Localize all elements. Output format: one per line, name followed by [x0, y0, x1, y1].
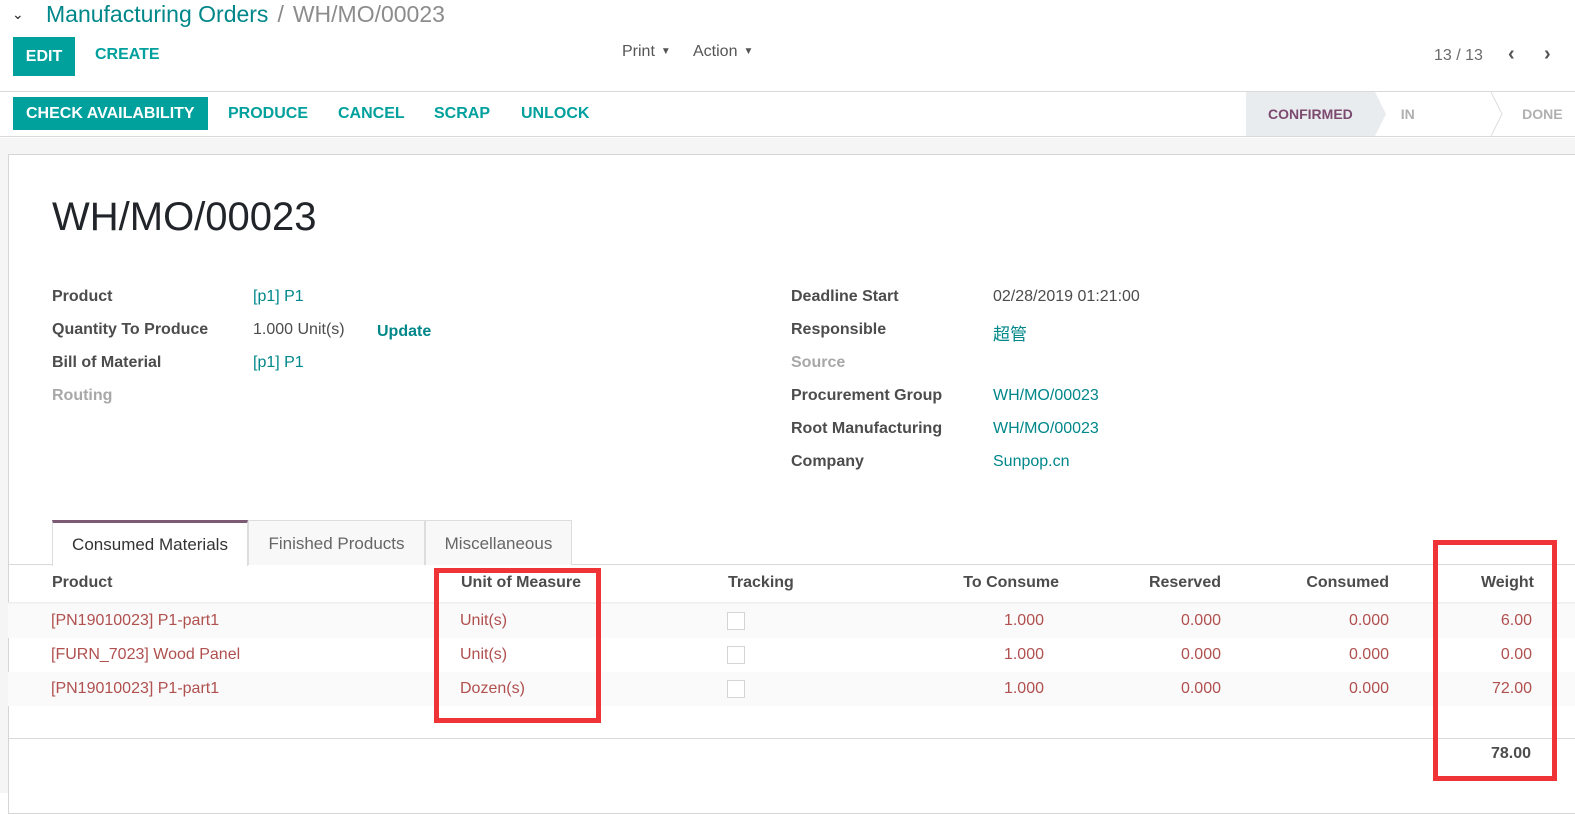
column-header-reserved[interactable]: Reserved: [1100, 574, 1221, 592]
deadline-start-value: 02/28/2019 01:21:00: [993, 288, 1140, 305]
cell-product: [FURN_7023] Wood Panel: [51, 646, 241, 663]
column-header-product[interactable]: Product: [52, 574, 112, 592]
tracking-checkbox[interactable]: [727, 612, 745, 630]
cell-reserved: 0.000: [1180, 612, 1221, 629]
breadcrumb-separator: /: [277, 0, 284, 27]
label-product: Product: [52, 288, 113, 305]
column-header-to-consume[interactable]: To Consume: [900, 574, 1059, 592]
cell-weight: 6.00: [1500, 612, 1532, 629]
quantity-to-produce-value: 1.000 Unit(s): [253, 321, 345, 338]
edit-button[interactable]: EDIT: [13, 37, 75, 76]
procurement-group-link[interactable]: WH/MO/00023: [993, 387, 1099, 405]
cell-product: [PN19010023] P1-part1: [51, 612, 220, 629]
cell-weight: 0.00: [1500, 646, 1532, 663]
label-root-manufacturing: Root Manufacturing: [791, 420, 943, 437]
cell-consumed: 0.000: [1348, 646, 1389, 663]
update-quantity-button[interactable]: Update: [377, 323, 431, 341]
cell-product: [PN19010023] P1-part1: [51, 680, 220, 697]
cell-to-consume: 1.000: [1003, 612, 1044, 629]
tab-finished-products[interactable]: Finished Products: [248, 520, 425, 565]
scrap-button[interactable]: SCRAP: [434, 97, 490, 130]
weight-total: 78.00: [1490, 745, 1531, 762]
table-row[interactable]: [PN19010023] P1-part1 Dozen(s) 1.000 0.0…: [8, 672, 1575, 706]
label-procurement-group: Procurement Group: [791, 387, 943, 404]
table-footer-divider: [8, 738, 1575, 739]
tracking-checkbox[interactable]: [727, 680, 745, 698]
breadcrumb-manufacturing-orders[interactable]: Manufacturing Orders: [46, 1, 268, 28]
label-source: Source: [791, 354, 846, 371]
action-dropdown[interactable]: Action ▼: [693, 43, 753, 61]
breadcrumb-current: WH/MO/00023: [292, 0, 445, 27]
cell-consumed: 0.000: [1348, 680, 1389, 697]
cell-uom: Unit(s): [460, 612, 508, 629]
cell-uom: Unit(s): [460, 646, 508, 663]
notebook-tabs: Consumed Materials Finished Products Mis…: [8, 520, 1575, 566]
stage-in-progress: IN PROGRESS: [1375, 92, 1503, 166]
column-header-unit-of-measure[interactable]: Unit of Measure: [461, 574, 581, 592]
create-button[interactable]: CREATE: [95, 46, 160, 64]
print-dropdown[interactable]: Print ▼: [622, 43, 671, 61]
stage-arrow: [1374, 92, 1386, 136]
table-row[interactable]: [PN19010023] P1-part1 Unit(s) 1.000 0.00…: [8, 604, 1575, 638]
product-link[interactable]: [p1] P1: [253, 288, 304, 306]
chevron-right-icon[interactable]: ›: [1544, 43, 1551, 66]
caret-down-icon: ▼: [743, 46, 754, 57]
chevron-left-icon[interactable]: ‹: [1508, 43, 1515, 66]
label-bill-of-material: Bill of Material: [52, 354, 162, 371]
column-header-weight[interactable]: Weight: [1420, 574, 1534, 592]
root-manufacturing-link[interactable]: WH/MO/00023: [993, 420, 1099, 438]
chevron-down-icon[interactable]: ⌄: [12, 6, 36, 23]
print-label: Print: [622, 43, 655, 60]
tab-miscellaneous[interactable]: Miscellaneous: [425, 520, 572, 565]
label-quantity-to-produce: Quantity To Produce: [52, 321, 209, 338]
status-bar: CONFIRMED IN PROGRESS DONE: [1246, 92, 1575, 166]
cell-reserved: 0.000: [1180, 646, 1221, 663]
label-company: Company: [791, 453, 864, 470]
stage-confirmed: CONFIRMED: [1246, 92, 1386, 136]
tracking-checkbox[interactable]: [727, 646, 745, 664]
cell-to-consume: 1.000: [1003, 680, 1044, 697]
cell-to-consume: 1.000: [1003, 646, 1044, 663]
stage-done: DONE: [1502, 92, 1575, 136]
stage-label: CONFIRMED: [1268, 106, 1353, 122]
tab-consumed-materials[interactable]: Consumed Materials: [52, 520, 248, 566]
form-sheet: [8, 154, 1575, 814]
label-routing: Routing: [52, 387, 113, 404]
stage-label: DONE: [1522, 106, 1563, 122]
responsible-link[interactable]: 超管: [993, 320, 1027, 345]
control-panel: ⌄ Manufacturing Orders / WH/MO/00023 EDI…: [0, 0, 1575, 92]
check-availability-button[interactable]: CHECK AVAILABILITY: [13, 97, 208, 130]
produce-button[interactable]: PRODUCE: [228, 97, 308, 130]
pager-value[interactable]: 13 / 13: [1434, 47, 1483, 65]
company-link[interactable]: Sunpop.cn: [993, 453, 1070, 471]
label-deadline-start: Deadline Start: [791, 288, 899, 305]
cell-weight: 72.00: [1491, 680, 1532, 697]
record-title: WH/MO/00023: [52, 195, 317, 239]
table-row[interactable]: [FURN_7023] Wood Panel Unit(s) 1.000 0.0…: [8, 638, 1575, 672]
bom-link[interactable]: [p1] P1: [253, 354, 304, 372]
cancel-button[interactable]: CANCEL: [338, 97, 405, 130]
caret-down-icon: ▼: [660, 46, 671, 57]
cell-reserved: 0.000: [1180, 680, 1221, 697]
form-header: CHECK AVAILABILITY PRODUCE CANCEL SCRAP …: [0, 92, 1575, 166]
cell-consumed: 0.000: [1348, 612, 1389, 629]
unlock-button[interactable]: UNLOCK: [521, 97, 589, 130]
cell-uom: Dozen(s): [460, 680, 525, 697]
label-responsible: Responsible: [791, 321, 887, 338]
action-label: Action: [693, 43, 738, 60]
column-header-tracking[interactable]: Tracking: [728, 574, 794, 592]
breadcrumb: ⌄ Manufacturing Orders / WH/MO/00023: [12, 0, 445, 28]
column-header-consumed[interactable]: Consumed: [1250, 574, 1389, 592]
